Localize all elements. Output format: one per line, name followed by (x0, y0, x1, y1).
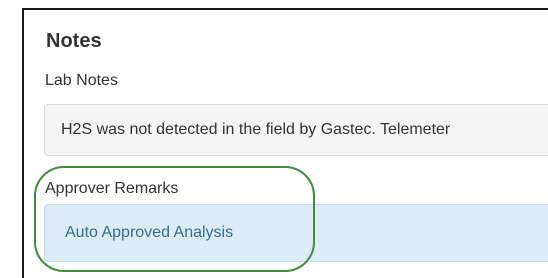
notes-heading: Notes (46, 30, 102, 52)
approver-remarks-text: Auto Approved Analysis (65, 224, 234, 241)
approver-remarks-label: Approver Remarks (45, 180, 179, 197)
notes-panel: Notes Lab Notes H2S was not detected in … (22, 8, 548, 278)
lab-notes-label: Lab Notes (45, 72, 118, 89)
lab-notes-text: H2S was not detected in the field by Gas… (61, 121, 451, 138)
lab-notes-field: H2S was not detected in the field by Gas… (44, 104, 548, 156)
approver-remarks-field: Auto Approved Analysis (44, 204, 548, 262)
